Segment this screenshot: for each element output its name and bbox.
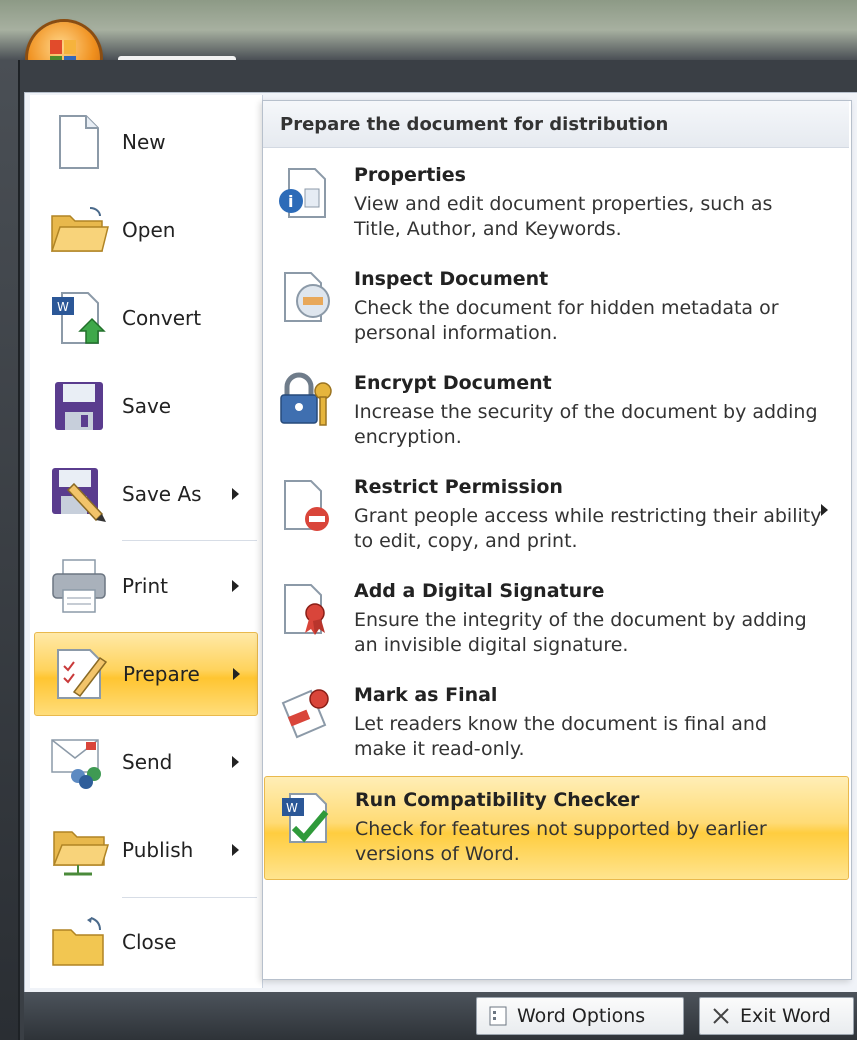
save-as-icon — [46, 461, 112, 527]
convert-icon: W — [46, 285, 112, 351]
menu-separator — [122, 897, 257, 898]
submenu-item-title: Add a Digital Signature — [354, 580, 605, 602]
compatibility-checker-icon: W — [273, 785, 339, 851]
prepare-icon — [47, 641, 113, 707]
word-options-label: Word Options — [517, 1005, 646, 1027]
restrict-permission-icon — [272, 472, 338, 538]
submenu-item-description: Let readers know the document is final a… — [354, 713, 767, 760]
send-icon — [46, 729, 112, 795]
submenu-item-description: Check the document for hidden metadata o… — [354, 297, 779, 344]
new-document-icon — [46, 109, 112, 175]
submenu-title: Prepare the document for distribution — [280, 114, 669, 135]
digital-signature-icon — [272, 576, 338, 642]
open-folder-icon — [46, 197, 112, 263]
submenu-item-description: View and edit document properties, such … — [354, 193, 773, 240]
svg-text:i: i — [288, 192, 293, 211]
menu-separator — [122, 540, 257, 541]
menu-item-label: Save — [122, 394, 172, 418]
printer-icon — [46, 553, 112, 619]
menu-item-new[interactable]: New — [34, 100, 258, 184]
submenu-item-title: Restrict Permission — [354, 476, 563, 498]
options-icon — [487, 1005, 509, 1027]
menu-item-label: Convert — [122, 306, 202, 330]
menu-item-label: Print — [122, 574, 169, 598]
close-folder-icon — [46, 909, 112, 975]
menu-item-print[interactable]: Print — [34, 544, 258, 628]
close-x-icon — [710, 1005, 732, 1027]
menu-item-label: New — [122, 130, 166, 154]
submenu-item-description: Check for features not supported by earl… — [355, 818, 767, 865]
svg-text:W: W — [286, 801, 298, 815]
menu-item-prepare[interactable]: Prepare — [34, 632, 258, 716]
inspect-document-icon — [272, 264, 338, 330]
mark-final-icon — [272, 680, 338, 746]
submenu-item-add-digital-signature[interactable]: Add a Digital Signature Ensure the integ… — [264, 568, 849, 672]
menu-item-save-as[interactable]: Save As — [34, 452, 258, 536]
submenu-item-title: Mark as Final — [354, 684, 498, 706]
submenu-item-properties[interactable]: i Properties View and edit document prop… — [264, 152, 849, 256]
menu-item-send[interactable]: Send — [34, 720, 258, 804]
menu-item-label: Close — [122, 930, 177, 954]
submenu-item-encrypt-document[interactable]: Encrypt Document Increase the security o… — [264, 360, 849, 464]
menu-item-label: Save As — [122, 482, 202, 506]
submenu-item-restrict-permission[interactable]: Restrict Permission Grant people access … — [264, 464, 849, 568]
menu-item-save[interactable]: Save — [34, 364, 258, 448]
submenu-item-title: Inspect Document — [354, 268, 549, 290]
save-disk-icon — [46, 373, 112, 439]
submenu-arrow-icon — [232, 488, 239, 500]
menu-item-open[interactable]: Open — [34, 188, 258, 272]
submenu-arrow-icon — [821, 504, 828, 516]
exit-word-label: Exit Word — [740, 1005, 831, 1027]
encrypt-lock-icon — [272, 368, 338, 434]
word-options-button[interactable]: Word Options — [476, 997, 684, 1035]
submenu-item-description: Ensure the integrity of the document by … — [354, 609, 807, 656]
submenu-item-title: Properties — [354, 164, 466, 186]
submenu-arrow-icon — [232, 844, 239, 856]
menu-item-label: Open — [122, 218, 176, 242]
submenu-item-run-compatibility-checker[interactable]: W Run Compatibility Checker Check for fe… — [264, 776, 849, 880]
submenu-item-title: Run Compatibility Checker — [355, 789, 640, 811]
submenu-item-description: Increase the security of the document by… — [354, 401, 818, 448]
submenu-item-inspect-document[interactable]: Inspect Document Check the document for … — [264, 256, 849, 360]
menu-item-label: Prepare — [123, 662, 200, 686]
publish-icon — [46, 817, 112, 883]
svg-text:W: W — [57, 300, 69, 314]
properties-icon: i — [272, 160, 338, 226]
menu-item-label: Send — [122, 750, 173, 774]
submenu-arrow-icon — [232, 580, 239, 592]
submenu-item-title: Encrypt Document — [354, 372, 552, 394]
menu-item-label: Publish — [122, 838, 194, 862]
menu-item-close[interactable]: Close — [34, 900, 258, 984]
submenu-arrow-icon — [232, 756, 239, 768]
submenu-arrow-icon — [233, 668, 240, 680]
submenu-item-mark-as-final[interactable]: Mark as Final Let readers know the docum… — [264, 672, 849, 776]
menu-item-publish[interactable]: Publish — [34, 808, 258, 892]
exit-word-button[interactable]: Exit Word — [699, 997, 854, 1035]
submenu-item-description: Grant people access while restricting th… — [354, 505, 822, 552]
menu-item-convert[interactable]: W Convert — [34, 276, 258, 360]
